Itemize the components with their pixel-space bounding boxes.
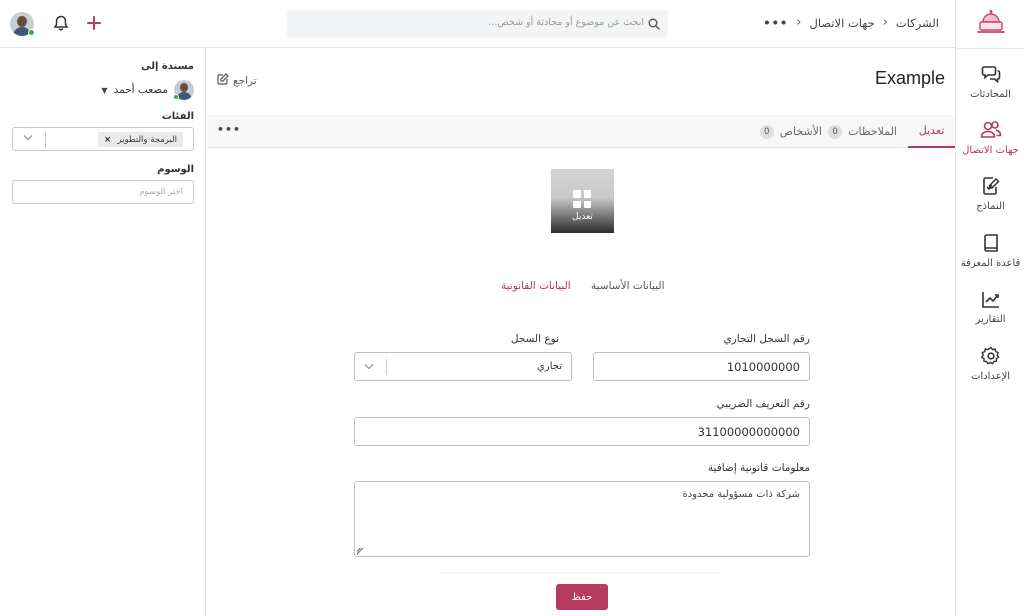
top-bar: ابحث عن موضوع أو محادثة أو شخص... الشركا… [0,0,955,48]
breadcrumb-more-button[interactable]: ••• [763,16,788,30]
tags-input[interactable]: اختر الوسوم [12,180,194,204]
form-divider [440,572,720,573]
online-status-indicator [28,29,35,36]
category-chip-label: البرمجة والتطوير [117,135,177,145]
legal-info-value: شركة ذات مسؤولية محدودة [682,489,800,500]
online-status-indicator [173,94,179,100]
chevron-left-icon: ‹ [882,15,888,30]
chat-icon [956,64,1024,84]
subtab-basic-data[interactable]: البيانات الأساسية [591,280,665,292]
save-button[interactable]: حفظ [556,584,608,610]
add-icon[interactable] [86,15,102,31]
search-input[interactable]: ابحث عن موضوع أو محادثة أو شخص... [287,10,668,38]
legal-info-textarea[interactable]: شركة ذات مسؤولية محدودة [354,481,810,557]
categories-label: الفئات [161,111,194,122]
building-icon [573,190,591,208]
remove-chip-icon[interactable]: × [104,135,112,145]
category-chip: البرمجة والتطوير × [97,132,183,147]
tags-label: الوسوم [157,164,194,175]
record-type-select[interactable]: تجاري [354,352,572,381]
nav-item-label: الإعدادات [970,371,1011,382]
contacts-icon [956,120,1024,140]
page-title: Example [874,68,945,88]
notes-count-badge: 0 [828,124,843,139]
bell-icon[interactable] [52,14,70,32]
tags-placeholder: اختر الوسوم [139,187,183,197]
nav-item-label: قاعدة المعرفة [960,258,1021,269]
review-label: تراجع [233,74,257,87]
cr-number-input[interactable]: 1010000000 [593,352,810,381]
caret-down-icon: ▼ [101,85,108,95]
tax-id-input[interactable]: 31100000000000 [354,417,810,446]
nav-item-label: جهات الاتصال [962,145,1019,156]
breadcrumb-contacts[interactable]: جهات الاتصال [810,16,875,30]
categories-select[interactable]: البرمجة والتطوير × [12,127,194,151]
subtab-legal-data[interactable]: البيانات القانونية [501,280,571,292]
record-type-value: تجاري [537,361,562,372]
cr-number-value: 1010000000 [726,359,800,374]
chevron-left-icon: ‹ [796,15,802,30]
app-logo-icon[interactable] [975,8,1007,40]
image-edit-label: تعديل [572,212,593,222]
chevron-down-icon[interactable] [364,363,374,373]
nav-item-label: النماذج [976,201,1005,212]
tab-label: الملاحظات [848,125,897,138]
nav-item-contacts[interactable]: جهات الاتصال [956,120,1024,170]
tax-id-value: 31100000000000 [697,424,800,439]
book-icon [956,233,1024,253]
nav-item-settings[interactable]: الإعدادات [956,346,1024,396]
tabs-bar: تعديل الملاحظات 0 الأشخاص 0 ••• [207,115,955,148]
people-count-badge: 0 [759,124,774,139]
nav-item-label: التقارير [975,314,1006,325]
nav-divider [956,48,1024,49]
right-navigation: المحادثات جهات الاتصال النماذج قاعدة الم… [955,0,1024,616]
assigned-to-label: مسندة إلى [141,61,194,72]
tab-label: تعديل [918,124,945,137]
breadcrumb-companies[interactable]: الشركات [896,16,939,30]
assignee-selector[interactable]: مصعب أحمد ▼ [101,80,194,100]
tab-notes[interactable]: الملاحظات 0 [828,115,897,148]
company-image-upload[interactable]: تعديل [551,169,614,233]
details-sidebar: مسندة إلى مصعب أحمد ▼ الفئات البرمجة وال… [0,48,206,616]
breadcrumb: الشركات ‹ جهات الاتصال ‹ ••• [763,15,939,30]
nav-item-chats[interactable]: المحادثات [956,64,1024,114]
search-placeholder: ابحث عن موضوع أو محادثة أو شخص... [488,17,644,28]
search-icon [648,18,660,33]
tab-edit[interactable]: تعديل [908,115,955,148]
tab-people[interactable]: الأشخاص 0 [759,115,822,148]
main-content: Example تراجع تعديل الملاحظات 0 الأشخاص … [207,48,955,616]
tabs-more-button[interactable]: ••• [217,123,241,136]
record-type-label: نوع السجل [510,333,559,345]
resize-handle-icon[interactable] [356,547,364,555]
tab-label: الأشخاص [779,125,822,138]
forms-icon [956,176,1024,196]
select-divider [386,359,387,375]
nav-item-knowledge-base[interactable]: قاعدة المعرفة [956,233,1024,283]
nav-item-forms[interactable]: النماذج [956,176,1024,226]
nav-item-reports[interactable]: التقارير [956,289,1024,339]
cr-number-label: رقم السجل التجاري [723,333,810,345]
nav-item-label: المحادثات [970,89,1011,100]
edit-icon [217,73,229,88]
chart-icon [956,289,1024,309]
legal-info-label: معلومات قانونية إضافية [707,462,810,474]
review-button[interactable]: تراجع [217,73,257,88]
select-divider [45,132,46,148]
assignee-name: مصعب أحمد [113,84,168,96]
gear-icon [956,346,1024,366]
tax-id-label: رقم التعريف الضريبي [716,398,810,410]
chevron-down-icon[interactable] [23,134,33,144]
